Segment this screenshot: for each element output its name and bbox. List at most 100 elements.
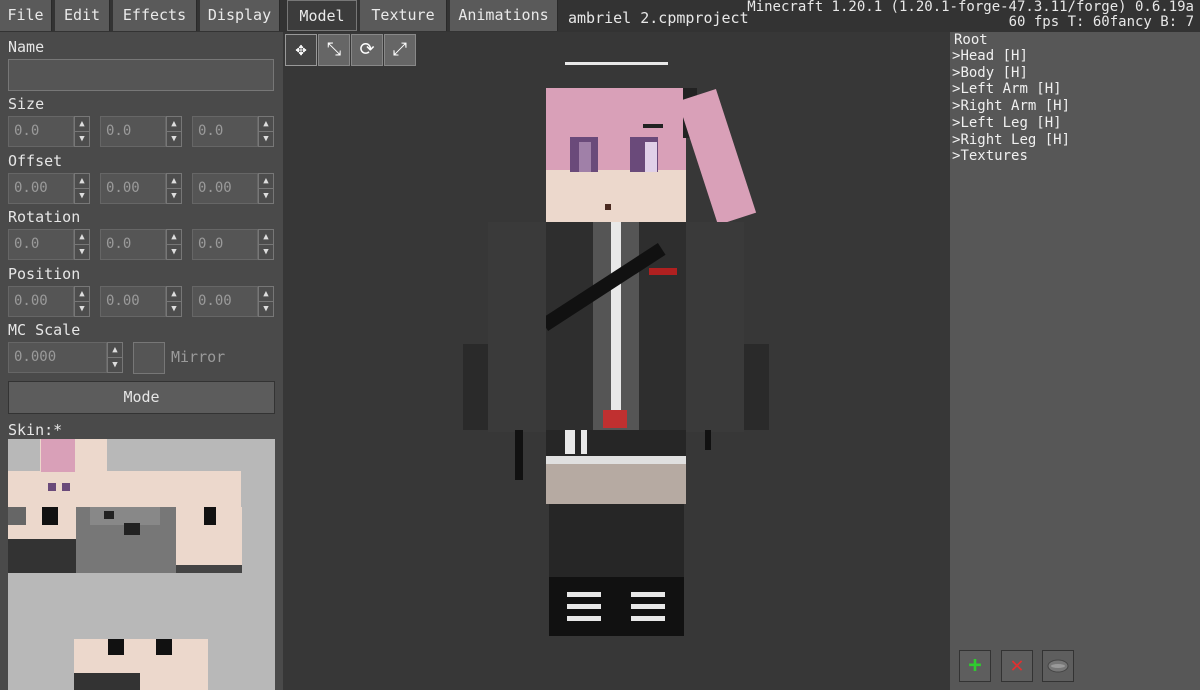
tree-item-textures[interactable]: >Textures	[952, 148, 1028, 164]
arrow-down-icon[interactable]: ▼	[75, 244, 89, 259]
arrow-up-icon[interactable]: ▲	[259, 287, 273, 301]
tab-model[interactable]: Model	[287, 0, 357, 31]
add-element-button[interactable]: +	[959, 650, 991, 682]
arrow-up-icon[interactable]: ▲	[108, 343, 122, 357]
model-viewport[interactable]: ✥ ⤡ ⟳ ⤢	[283, 32, 950, 690]
arrow-down-icon[interactable]: ▼	[75, 301, 89, 316]
menu-effects[interactable]: Effects	[113, 0, 197, 31]
arrow-down-icon[interactable]: ▼	[75, 188, 89, 203]
menu-display[interactable]: Display	[200, 0, 280, 31]
tree-item-body[interactable]: >Body [H]	[952, 65, 1028, 81]
arrow-up-icon[interactable]: ▲	[75, 230, 89, 244]
arrow-up-icon[interactable]: ▲	[167, 230, 181, 244]
arrow-down-icon[interactable]: ▼	[259, 188, 273, 203]
arrow-up-icon[interactable]: ▲	[259, 174, 273, 188]
size-z-input[interactable]: 0.0	[192, 116, 258, 147]
tree-item-right-arm[interactable]: >Right Arm [H]	[952, 98, 1070, 114]
tree-item-label: Left Arm [H]	[960, 81, 1062, 97]
arrow-down-icon[interactable]: ▼	[167, 301, 181, 316]
tree-item-label: Head [H]	[960, 48, 1028, 64]
position-z-input[interactable]: 0.00	[192, 286, 258, 317]
size-y-stepper[interactable]: ▲ ▼	[166, 116, 182, 147]
eye-icon	[1047, 659, 1069, 673]
arrow-down-icon[interactable]: ▼	[167, 244, 181, 259]
name-label: Name	[8, 38, 45, 56]
tree-item-label: Textures	[960, 148, 1028, 164]
top-bar: File Edit Effects Display Model Texture …	[0, 0, 1200, 32]
tree-item-label: Body [H]	[960, 65, 1028, 81]
mirror-checkbox[interactable]	[133, 342, 165, 374]
rotation-label: Rotation	[8, 208, 81, 226]
project-name: ambriel 2.cpmproject	[568, 9, 749, 27]
rotation-y-stepper[interactable]: ▲ ▼	[166, 229, 182, 260]
arrow-down-icon[interactable]: ▼	[259, 131, 273, 146]
arrow-up-icon[interactable]: ▲	[75, 174, 89, 188]
position-y-stepper[interactable]: ▲ ▼	[166, 286, 182, 317]
mode-button[interactable]: Mode	[8, 381, 275, 414]
mc-scale-stepper[interactable]: ▲ ▼	[107, 342, 123, 373]
skin-label: Skin:*	[8, 421, 63, 439]
arrow-down-icon[interactable]: ▼	[167, 188, 181, 203]
offset-z-stepper[interactable]: ▲ ▼	[258, 173, 274, 204]
offset-y-input[interactable]: 0.00	[100, 173, 166, 204]
arrow-up-icon[interactable]: ▲	[167, 174, 181, 188]
arrow-up-icon[interactable]: ▲	[75, 117, 89, 131]
tree-item-head[interactable]: >Head [H]	[952, 48, 1028, 64]
tab-animations[interactable]: Animations	[450, 0, 558, 31]
position-y-input[interactable]: 0.00	[100, 286, 166, 317]
arrow-up-icon[interactable]: ▲	[167, 287, 181, 301]
arrow-down-icon[interactable]: ▼	[259, 244, 273, 259]
menu-file[interactable]: File	[0, 0, 52, 31]
delete-element-button[interactable]: ✕	[1001, 650, 1033, 682]
arrow-down-icon[interactable]: ▼	[108, 357, 122, 372]
model-tree-panel: Root >Head [H] >Body [H] >Left Arm [H] >…	[950, 32, 1200, 690]
offset-x-input[interactable]: 0.00	[8, 173, 74, 204]
size-y-input[interactable]: 0.0	[100, 116, 166, 147]
position-z-stepper[interactable]: ▲ ▼	[258, 286, 274, 317]
size-z-stepper[interactable]: ▲ ▼	[258, 116, 274, 147]
offset-x-stepper[interactable]: ▲ ▼	[74, 173, 90, 204]
x-icon: ✕	[1010, 653, 1024, 678]
arrow-up-icon[interactable]: ▲	[259, 230, 273, 244]
size-x-stepper[interactable]: ▲ ▼	[74, 116, 90, 147]
plus-icon: +	[968, 653, 982, 678]
properties-panel: Name Size 0.0 ▲ ▼ 0.0 ▲ ▼ 0.0 ▲ ▼ Offset 0.…	[0, 32, 283, 690]
tree-root[interactable]: Root	[954, 32, 988, 48]
arrow-up-icon[interactable]: ▲	[167, 117, 181, 131]
tree-item-label: Right Leg [H]	[960, 132, 1071, 148]
rotation-x-input[interactable]: 0.0	[8, 229, 74, 260]
mirror-label: Mirror	[171, 348, 226, 366]
tree-item-label: Right Arm [H]	[960, 98, 1071, 114]
position-label: Position	[8, 265, 81, 283]
rotation-x-stepper[interactable]: ▲ ▼	[74, 229, 90, 260]
rotation-z-stepper[interactable]: ▲ ▼	[258, 229, 274, 260]
arrow-up-icon[interactable]: ▲	[259, 117, 273, 131]
name-input[interactable]	[8, 59, 274, 91]
tab-texture[interactable]: Texture	[360, 0, 447, 31]
menu-edit[interactable]: Edit	[55, 0, 110, 31]
rotation-y-input[interactable]: 0.0	[100, 229, 166, 260]
arrow-down-icon[interactable]: ▼	[75, 131, 89, 146]
offset-z-input[interactable]: 0.00	[192, 173, 258, 204]
position-x-stepper[interactable]: ▲ ▼	[74, 286, 90, 317]
size-x-input[interactable]: 0.0	[8, 116, 74, 147]
skin-texture-preview[interactable]	[8, 439, 275, 690]
position-x-input[interactable]: 0.00	[8, 286, 74, 317]
mc-scale-input[interactable]: 0.000	[8, 342, 107, 373]
offset-label: Offset	[8, 152, 63, 170]
mc-scale-label: MC Scale	[8, 321, 81, 339]
tree-item-left-arm[interactable]: >Left Arm [H]	[952, 81, 1062, 97]
arrow-down-icon[interactable]: ▼	[259, 301, 273, 316]
visibility-button[interactable]	[1042, 650, 1074, 682]
character-model	[463, 62, 769, 636]
version-line: Minecraft 1.20.1 (1.20.1-forge-47.3.11/f…	[747, 0, 1194, 15]
arrow-down-icon[interactable]: ▼	[167, 131, 181, 146]
rotation-z-input[interactable]: 0.0	[192, 229, 258, 260]
tree-item-right-leg[interactable]: >Right Leg [H]	[952, 132, 1070, 148]
tree-item-label: Left Leg [H]	[960, 115, 1062, 131]
tree-item-left-leg[interactable]: >Left Leg [H]	[952, 115, 1062, 131]
size-label: Size	[8, 95, 45, 113]
version-info: Minecraft 1.20.1 (1.20.1-forge-47.3.11/f…	[747, 0, 1194, 30]
arrow-up-icon[interactable]: ▲	[75, 287, 89, 301]
offset-y-stepper[interactable]: ▲ ▼	[166, 173, 182, 204]
